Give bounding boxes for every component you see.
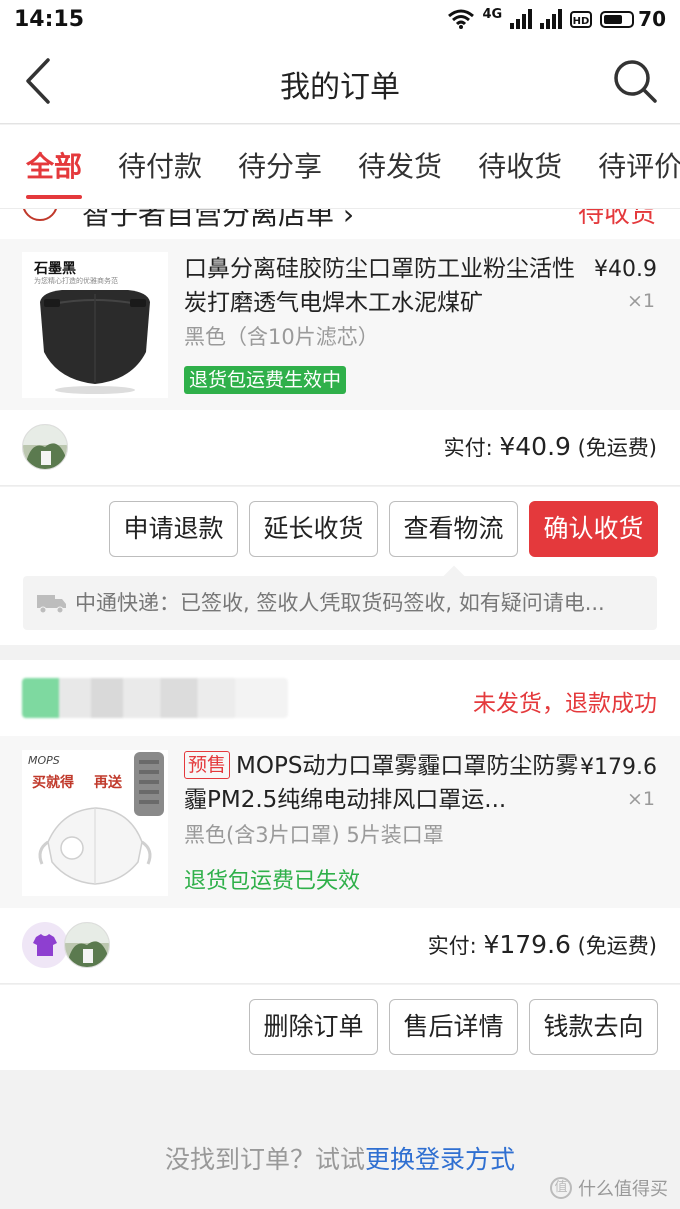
respirator-illustration	[38, 752, 164, 885]
order2-actions: 删除订单 售后详情 钱款去向	[0, 985, 680, 1070]
logistics-text: 中通快递：已签收, 签收人凭取货码签收, 如有疑问请电...	[75, 591, 605, 615]
return-shipping-badge: 退货包运费已失效	[184, 869, 361, 894]
after-sales-button[interactable]: 售后详情	[389, 999, 518, 1055]
status-icons: 4G HD 70	[448, 7, 666, 31]
truck-icon	[37, 595, 66, 614]
return-shipping-badge: 退货包运费生效中	[184, 366, 347, 394]
paid-amount: 实付: ¥179.6 (免运费)	[428, 930, 657, 960]
delete-order-button[interactable]: 删除订单	[249, 999, 378, 1055]
product-spec: 黑色(含3片口罩) 5片装口罩	[184, 823, 444, 847]
request-refund-button[interactable]: 申请退款	[109, 501, 238, 557]
order1-actions: 申请退款 延长收货 查看物流 确认收货 中通快递：已签收, 签收人凭取货码签收,…	[0, 487, 680, 645]
wifi-icon	[448, 9, 475, 29]
product-spec: 黑色（含10片滤芯）	[184, 325, 379, 349]
tab-pending-receipt[interactable]: 待收货	[478, 125, 562, 208]
order2-header[interactable]: 未发货，退款成功	[0, 660, 680, 736]
order1-header[interactable]: 智子者自营分离店单 › 待收货	[0, 209, 680, 239]
status-time: 14:15	[14, 6, 85, 32]
shipping-note: (免运费)	[570, 436, 657, 460]
product-title[interactable]: 预售 MOPS动力口罩雾霾口罩防尘防雾霾PM2.5纯绵电动排风口罩运...	[184, 749, 582, 817]
buyer-avatar	[22, 424, 68, 470]
shirt-avatar	[22, 922, 68, 968]
confirm-receipt-button[interactable]: 确认收货	[529, 501, 658, 557]
tab-pending-share[interactable]: 待分享	[238, 125, 322, 208]
product-price: ¥40.9	[594, 257, 657, 282]
order-tabs: 全部 待付款 待分享 待发货 待收货 待评价	[0, 125, 680, 209]
tab-pending-review[interactable]: 待评价	[598, 125, 680, 208]
tab-pending-shipment[interactable]: 待发货	[358, 125, 442, 208]
switch-login-link[interactable]: 更换登录方式	[365, 1145, 515, 1174]
signal-icon	[510, 9, 533, 29]
search-icon[interactable]	[612, 58, 658, 104]
no-order-hint: 没找到订单？试试更换登录方式	[0, 1140, 680, 1176]
watermark-icon: 值	[550, 1177, 572, 1199]
paid-value: ¥40.9	[499, 432, 571, 461]
order1-paid-row: 实付: ¥40.9 (免运费)	[0, 410, 680, 486]
watermark-text: 什么值得买	[578, 1179, 668, 1200]
order2-paid-row: 实付: ¥179.6 (免运费)	[0, 908, 680, 984]
paid-label: 实付:	[427, 934, 484, 958]
view-logistics-button[interactable]: 查看物流	[389, 501, 518, 557]
product-title[interactable]: 口鼻分离硅胶防尘口罩防工业粉尘活性炭打磨透气电焊木工水泥煤矿	[184, 252, 582, 320]
nav-bar: 我的订单	[0, 38, 680, 124]
network-type: 4G	[482, 7, 503, 22]
paid-value: ¥179.6	[483, 930, 571, 959]
svg-text:HD: HD	[573, 16, 590, 27]
shipping-note: (免运费)	[570, 934, 657, 958]
product-image[interactable]: MOPS 买就得 再送	[22, 750, 168, 896]
product-price: ¥179.6	[580, 755, 657, 780]
order1-product[interactable]: 石墨黑 为您精心打造的优雅商务范 口鼻分离硅胶防尘口罩防工业粉尘活性炭打磨透气电…	[0, 239, 680, 410]
extend-receipt-button[interactable]: 延长收货	[249, 501, 378, 557]
hd-call-icon: HD	[570, 11, 593, 28]
logistics-summary[interactable]: 中通快递：已签收, 签收人凭取货码签收, 如有疑问请电...	[23, 576, 657, 630]
refund-tracking-button[interactable]: 钱款去向	[529, 999, 658, 1055]
shop-logo	[22, 209, 58, 221]
shop-name[interactable]: 智子者自营分离店单 ›	[82, 209, 354, 233]
battery-icon: 70	[600, 7, 666, 31]
status-bar: 14:15 4G HD 70	[0, 0, 680, 38]
tab-all[interactable]: 全部	[26, 125, 83, 208]
order-status: 待收货	[577, 209, 656, 229]
order-status: 未发货，退款成功	[473, 691, 657, 717]
order2-product[interactable]: MOPS 买就得 再送 预售 MOPS动力口罩雾霾口罩防尘防雾霾PM2.5纯绵电动…	[0, 736, 680, 908]
buyer-avatar	[64, 922, 110, 968]
shop-name-redacted	[22, 678, 288, 718]
paid-label: 实付:	[443, 436, 500, 460]
product-qty: ×1	[626, 788, 655, 810]
signal-icon-2	[540, 9, 563, 29]
watermark: 值 什么值得买	[550, 1175, 668, 1201]
page-title: 我的订单	[280, 70, 400, 105]
tab-pending-payment[interactable]: 待付款	[118, 125, 202, 208]
product-title-text: MOPS动力口罩雾霾口罩防尘防雾霾PM2.5纯绵电动排风口罩运...	[184, 753, 579, 813]
product-qty: ×1	[626, 290, 655, 312]
product-image[interactable]: 石墨黑 为您精心打造的优雅商务范	[22, 252, 168, 398]
paid-amount: 实付: ¥40.9 (免运费)	[444, 432, 657, 462]
battery-level: 70	[638, 7, 666, 31]
no-order-text: 没找到订单？试试	[164, 1145, 365, 1174]
mask-illustration	[40, 290, 150, 394]
presale-tag: 预售	[184, 751, 231, 779]
